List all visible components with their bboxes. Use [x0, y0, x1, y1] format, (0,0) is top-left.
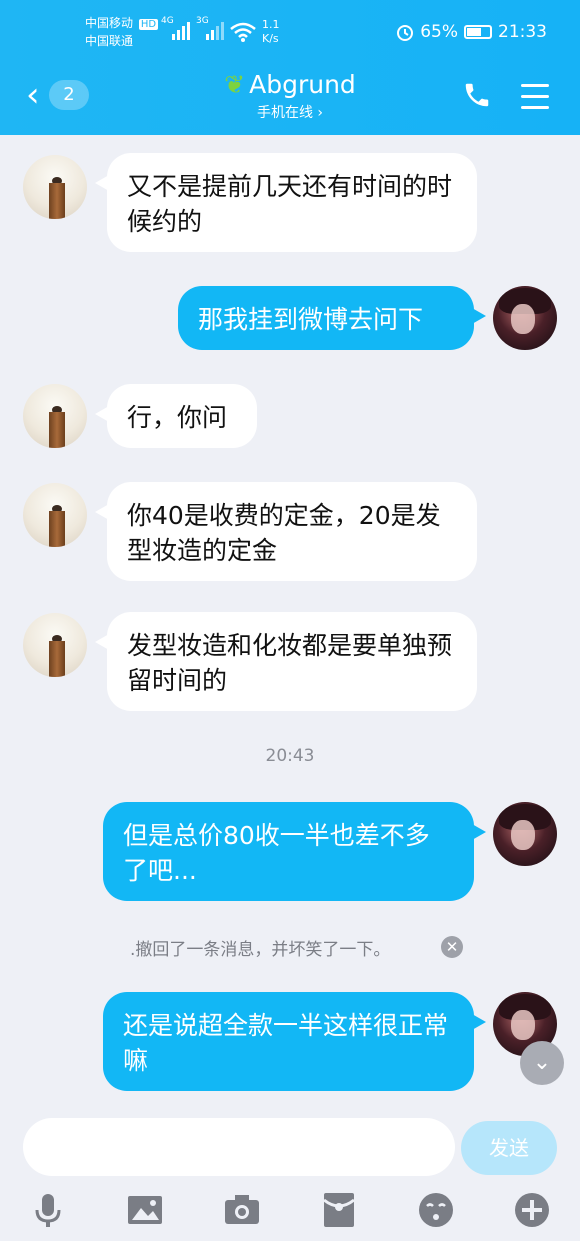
message-bubble-incoming[interactable]: 发型妆造和化妆都是要单独预留时间的 [95, 612, 477, 711]
contact-avatar[interactable] [23, 483, 87, 547]
carrier-2: 中国联通 [85, 34, 134, 48]
contact-avatar[interactable] [23, 384, 87, 448]
contact-avatar[interactable] [23, 613, 87, 677]
carrier-info: 中国移动 HD 中国联通 [85, 15, 159, 50]
network-speed-unit: K/s [262, 32, 279, 45]
message-bubble-outgoing[interactable]: 还是说超全款一半这样很正常嘛 [103, 992, 486, 1091]
message-bubble-incoming[interactable]: 你40是收费的定金，20是发型妆造的定金 [95, 482, 477, 581]
plus-icon[interactable] [512, 1190, 552, 1230]
message-bubble-outgoing[interactable]: 那我挂到微博去问下 [178, 286, 486, 350]
battery-fill [467, 28, 481, 36]
alarm-icon [397, 25, 414, 41]
send-button[interactable]: 发送 [461, 1121, 557, 1175]
status-right: 65% 21:33 [396, 22, 547, 42]
contact-avatar[interactable] [23, 155, 87, 219]
emoji-icon[interactable] [416, 1190, 456, 1230]
signal-icon-2 [206, 22, 224, 40]
system-message: .撤回了一条消息，并坏笑了一下。 [130, 940, 391, 960]
chevron-down-icon[interactable]: ⌄ [520, 1041, 564, 1085]
wifi-icon [230, 22, 256, 42]
online-status[interactable]: 手机在线 › [0, 102, 580, 122]
network-speed-value: 1.1 [262, 18, 280, 31]
message-input[interactable] [23, 1118, 455, 1176]
input-toolbar [0, 1182, 580, 1241]
red-packet-icon[interactable] [319, 1190, 359, 1230]
my-avatar[interactable] [493, 802, 557, 866]
message-bubble-outgoing[interactable]: 但是总价80收一半也差不多了吧... [103, 802, 486, 901]
image-icon[interactable] [125, 1190, 165, 1230]
contact-name-text: Abgrund [249, 70, 356, 99]
contact-name[interactable]: ❦ Abgrund [0, 70, 580, 99]
message-bubble-incoming[interactable]: 又不是提前几天还有时间的时候约的 [95, 153, 477, 252]
sprout-icon: ❦ [224, 70, 246, 99]
clock: 21:33 [498, 22, 547, 42]
menu-icon[interactable] [521, 84, 549, 117]
battery-icon [464, 25, 492, 39]
signal-icon-1 [172, 22, 190, 40]
timestamp: 20:43 [265, 746, 315, 766]
mic-icon[interactable] [28, 1190, 68, 1230]
status-bar: 中国移动 HD 中国联通 4G 3G 1.1 K/s 65% 21:33 [0, 0, 580, 62]
carrier-1: 中国移动 [85, 16, 134, 30]
chat-header: 中国移动 HD 中国联通 4G 3G 1.1 K/s 65% 21:33 ‹ 2… [0, 0, 580, 135]
battery-percent: 65% [420, 22, 458, 42]
my-avatar[interactable] [493, 286, 557, 350]
message-bubble-incoming[interactable]: 行，你问 [95, 384, 257, 448]
camera-icon[interactable] [222, 1190, 262, 1230]
hd-badge: HD [138, 19, 159, 30]
phone-icon[interactable] [462, 80, 492, 110]
network-speed: 1.1 K/s [262, 18, 280, 46]
close-icon[interactable]: ✕ [441, 936, 463, 958]
